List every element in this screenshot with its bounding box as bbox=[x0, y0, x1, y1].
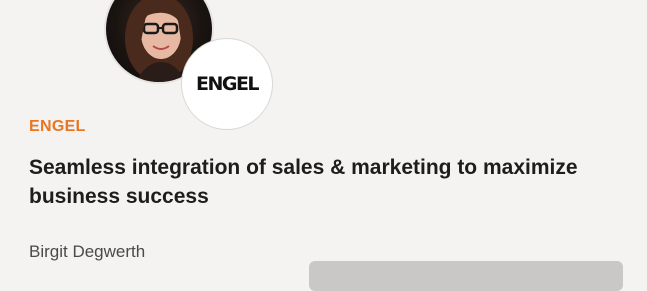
company-logo: ENGEL bbox=[181, 38, 273, 130]
company-logo-text: ENGEL bbox=[195, 73, 260, 95]
session-card[interactable]: ENGEL ENGEL Seamless integration of sale… bbox=[0, 0, 647, 291]
company-name: ENGEL bbox=[29, 118, 86, 135]
session-title: Seamless integration of sales & marketin… bbox=[29, 156, 578, 208]
session-action-button[interactable] bbox=[309, 261, 623, 291]
speaker-name: Birgit Degwerth bbox=[29, 242, 146, 261]
